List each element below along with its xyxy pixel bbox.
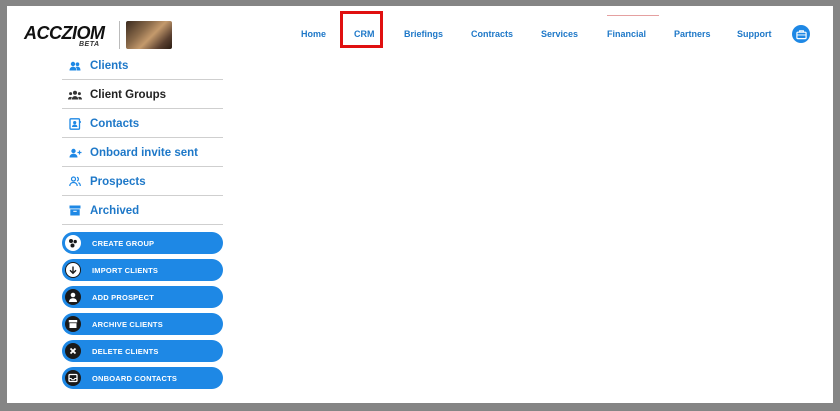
sidebar-item-label: Prospects	[90, 175, 146, 188]
onboard-contacts-label: ONBOARD CONTACTS	[92, 373, 178, 383]
sidebar-item-archived[interactable]: Archived	[62, 197, 223, 225]
brand-logo[interactable]: ACCZIOM BETA	[24, 23, 120, 51]
brand-tag: BETA	[79, 41, 100, 48]
archive-clients-label: ARCHIVE CLIENTS	[92, 319, 163, 329]
sidebar-item-label: Contacts	[90, 117, 140, 130]
archive-icon	[68, 204, 82, 218]
nav-support[interactable]: Support	[737, 28, 772, 40]
sidebar-item-prospects[interactable]: Prospects	[62, 168, 223, 196]
briefcase-button[interactable]	[792, 25, 810, 43]
nav-financial[interactable]: Financial	[607, 28, 646, 40]
brand-image	[126, 21, 172, 49]
sidebar-item-onboard-invite-sent[interactable]: Onboard invite sent	[62, 139, 223, 167]
nav-hover-indicator	[607, 15, 659, 16]
users-icon	[68, 59, 82, 73]
person-icon	[65, 289, 81, 305]
download-icon	[65, 262, 81, 278]
create-group-label: CREATE GROUP	[92, 238, 155, 248]
user-add-icon	[68, 146, 82, 160]
nav-crm[interactable]: CRM	[354, 28, 375, 40]
group-icon	[68, 88, 82, 102]
sidebar-item-client-groups[interactable]: Client Groups	[62, 81, 223, 109]
contact-card-icon	[68, 117, 82, 131]
prospect-icon	[68, 175, 82, 189]
create-group-button[interactable]: CREATE GROUP	[62, 232, 223, 254]
nav-services[interactable]: Services	[541, 28, 578, 40]
nav-briefings[interactable]: Briefings	[404, 28, 443, 40]
archive-icon	[65, 316, 81, 332]
archive-clients-button[interactable]: ARCHIVE CLIENTS	[62, 313, 223, 335]
add-prospect-button[interactable]: ADD PROSPECT	[62, 286, 223, 308]
nav-home[interactable]: Home	[301, 28, 326, 40]
sidebar-item-clients[interactable]: Clients	[62, 52, 223, 80]
nav-partners[interactable]: Partners	[674, 28, 711, 40]
sidebar-item-label: Client Groups	[90, 88, 167, 101]
sidebar-item-label: Onboard invite sent	[90, 146, 198, 159]
delete-clients-label: DELETE CLIENTS	[92, 346, 159, 356]
onboard-contacts-button[interactable]: ONBOARD CONTACTS	[62, 367, 223, 389]
inbox-icon	[65, 370, 81, 386]
sidebar-item-label: Archived	[90, 204, 140, 217]
close-icon	[65, 343, 81, 359]
import-clients-label: IMPORT CLIENTS	[92, 265, 159, 275]
sidebar-item-label: Clients	[90, 59, 129, 72]
briefcase-icon	[795, 29, 807, 39]
brand-name: ACCZIOM	[24, 23, 105, 43]
add-prospect-label: ADD PROSPECT	[92, 292, 154, 302]
app-window: ACCZIOM BETA Home CRM Briefings Contract…	[7, 6, 833, 403]
group-circle-icon	[65, 235, 81, 251]
logo-divider	[119, 21, 120, 49]
sidebar-item-contacts[interactable]: Contacts	[62, 110, 223, 138]
delete-clients-button[interactable]: DELETE CLIENTS	[62, 340, 223, 362]
nav-contracts[interactable]: Contracts	[471, 28, 513, 40]
import-clients-button[interactable]: IMPORT CLIENTS	[62, 259, 223, 281]
